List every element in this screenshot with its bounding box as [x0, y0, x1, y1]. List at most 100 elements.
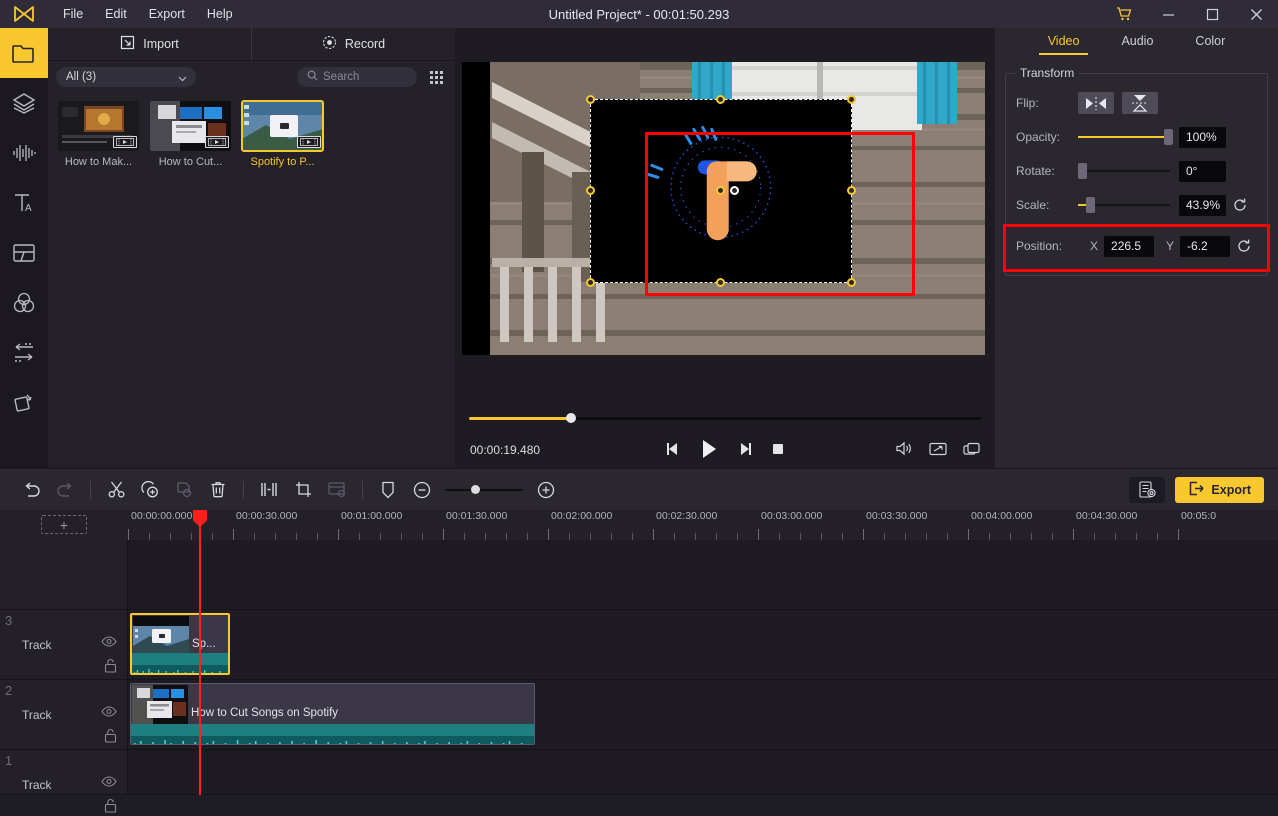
next-frame-icon[interactable]	[737, 442, 753, 459]
scale-slider-knob[interactable]	[1086, 197, 1095, 213]
undo-icon[interactable]	[14, 475, 48, 505]
scale-slider[interactable]	[1078, 198, 1170, 212]
crop-icon[interactable]	[286, 475, 320, 505]
scale-reset-icon[interactable]	[1233, 198, 1247, 212]
menu-item-file[interactable]: File	[52, 3, 94, 25]
opacity-slider-knob[interactable]	[1164, 129, 1173, 145]
play-icon[interactable]	[699, 439, 719, 462]
scissors-icon[interactable]	[99, 475, 133, 505]
track-header-1[interactable]: 1 Track	[0, 750, 128, 794]
position-reset-icon[interactable]	[1237, 239, 1251, 253]
track-header-empty	[0, 540, 128, 609]
prev-frame-icon[interactable]	[665, 442, 681, 459]
eye-icon[interactable]	[101, 636, 117, 650]
tab-color[interactable]: Color	[1195, 34, 1225, 55]
timeline-ruler[interactable]: 00:00:00.000 00:00:30.000 00:01:00.000 0…	[128, 510, 1278, 540]
selection-bounding-box[interactable]	[590, 99, 852, 284]
search-placeholder: Search	[323, 71, 359, 83]
menu-item-help[interactable]: Help	[196, 3, 244, 25]
tab-record[interactable]: Record	[251, 28, 455, 60]
scrubber-track[interactable]	[469, 417, 981, 420]
sidebar-item-split-screen[interactable]	[0, 228, 48, 278]
grid-view-icon[interactable]	[425, 67, 447, 87]
tab-import[interactable]: Import	[48, 28, 251, 60]
timeline-clip-track2[interactable]: How to Cut Songs on Spotify	[130, 683, 535, 745]
menu-item-edit[interactable]: Edit	[94, 3, 138, 25]
timeline-clip-track3[interactable]: Sp...	[130, 613, 230, 675]
pip-icon[interactable]	[320, 475, 354, 505]
track-header-3[interactable]: 3 Track	[0, 610, 128, 679]
unlock-icon[interactable]	[104, 728, 117, 746]
snapshot-icon[interactable]	[963, 442, 981, 459]
preview-canvas[interactable]	[462, 62, 985, 355]
menu-item-export[interactable]: Export	[138, 3, 196, 25]
preview-scrubber[interactable]	[469, 411, 981, 425]
sidebar-item-audio[interactable]	[0, 128, 48, 178]
opacity-slider-fill	[1078, 136, 1170, 138]
zoom-in-icon[interactable]	[529, 475, 563, 505]
scrubber-knob[interactable]	[566, 413, 576, 423]
sidebar-item-effects[interactable]	[0, 278, 48, 328]
add-track-button[interactable]: +	[41, 515, 87, 534]
sidebar-item-elements[interactable]	[0, 378, 48, 428]
resize-handle-top-center[interactable]	[716, 95, 725, 104]
resize-handle-middle-left[interactable]	[586, 186, 595, 195]
import-icon	[120, 35, 135, 53]
sidebar-item-transitions[interactable]	[0, 328, 48, 378]
copy-icon[interactable]	[167, 475, 201, 505]
media-item-0[interactable]: How to Mak...	[58, 101, 139, 168]
add-to-timeline-icon[interactable]	[133, 475, 167, 505]
marker-icon[interactable]	[371, 475, 405, 505]
eye-icon[interactable]	[101, 776, 117, 790]
rotate-slider[interactable]	[1078, 164, 1170, 178]
sidebar-item-media[interactable]	[0, 28, 48, 78]
position-row: Position: X 226.5 Y -6.2	[1016, 231, 1257, 261]
unlock-icon[interactable]	[104, 658, 117, 676]
opacity-slider[interactable]	[1078, 130, 1170, 144]
resize-handle-top-left[interactable]	[586, 95, 595, 104]
track-header-2[interactable]: 2 Track	[0, 680, 128, 749]
volume-icon[interactable]	[895, 441, 913, 459]
redo-icon[interactable]	[48, 475, 82, 505]
eye-icon[interactable]	[101, 706, 117, 720]
flip-vertical-icon[interactable]	[1122, 92, 1158, 114]
position-x-value[interactable]: 226.5	[1104, 236, 1154, 257]
fullscreen-icon[interactable]	[929, 442, 947, 459]
media-item-1[interactable]: How to Cut...	[150, 101, 231, 168]
tab-video[interactable]: Video	[1048, 34, 1080, 55]
resize-handle-bottom-right[interactable]	[847, 278, 856, 287]
speed-icon[interactable]	[252, 475, 286, 505]
opacity-row: Opacity: 100%	[1016, 122, 1257, 152]
opacity-value[interactable]: 100%	[1179, 127, 1226, 148]
render-settings-icon[interactable]	[1129, 477, 1165, 503]
rotate-value[interactable]: 0°	[1179, 161, 1226, 182]
sidebar-item-titles[interactable]: A	[0, 178, 48, 228]
unlock-icon[interactable]	[104, 798, 117, 816]
minimize-icon[interactable]	[1146, 0, 1190, 28]
tab-audio[interactable]: Audio	[1121, 34, 1153, 55]
search-input[interactable]: Search	[297, 67, 417, 87]
rotate-slider-knob[interactable]	[1078, 163, 1087, 179]
zoom-out-icon[interactable]	[405, 475, 439, 505]
media-filter-dropdown[interactable]: All (3)	[56, 67, 196, 87]
export-button[interactable]: Export	[1175, 477, 1264, 503]
maximize-icon[interactable]	[1190, 0, 1234, 28]
timeline-playhead[interactable]	[199, 510, 201, 795]
timeline-zoom-slider[interactable]	[445, 483, 523, 497]
flip-horizontal-icon[interactable]	[1078, 92, 1114, 114]
sidebar-item-stickers[interactable]	[0, 78, 48, 128]
position-y-value[interactable]: -6.2	[1180, 236, 1230, 257]
cart-icon[interactable]	[1102, 0, 1146, 28]
zoom-slider-knob[interactable]	[471, 485, 480, 494]
close-icon[interactable]	[1234, 0, 1278, 28]
rotate-handle[interactable]	[730, 186, 739, 195]
media-item-2[interactable]: Spotify to P...	[242, 101, 323, 168]
center-anchor-handle[interactable]	[716, 186, 725, 195]
timeline: + 00:00:00.000 00:00:30.000 00:01:00.000…	[0, 510, 1278, 795]
trash-icon[interactable]	[201, 475, 235, 505]
resize-handle-top-right[interactable]	[847, 95, 856, 104]
stop-icon[interactable]	[771, 442, 785, 459]
resize-handle-middle-right[interactable]	[847, 186, 856, 195]
scale-value[interactable]: 43.9%	[1179, 195, 1226, 216]
media-filter-bar: All (3) Search	[48, 61, 455, 93]
